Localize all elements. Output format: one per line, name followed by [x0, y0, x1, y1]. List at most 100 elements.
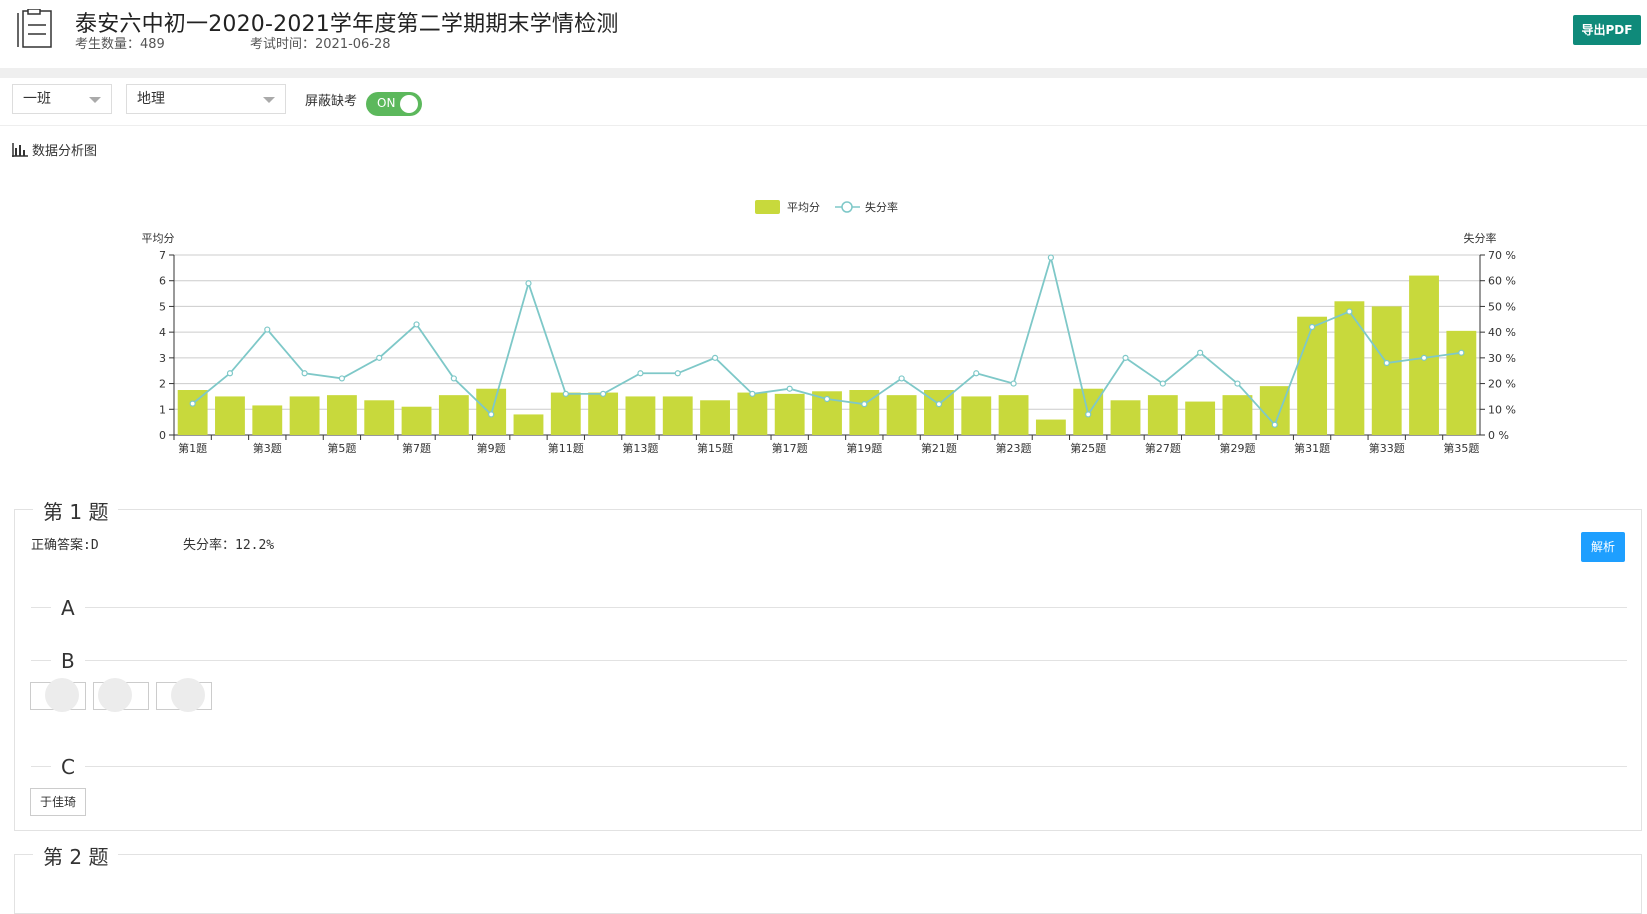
loss-rate-point: [1271, 421, 1278, 428]
student-chip[interactable]: 陈: [30, 678, 86, 712]
bar: [513, 414, 544, 435]
loss-rate-point: [898, 375, 905, 382]
bar: [289, 396, 320, 435]
loss-rate-point: [226, 370, 234, 377]
legend-bar-swatch: [755, 200, 780, 214]
loss-rate-point: [450, 375, 457, 382]
bar: [1222, 395, 1253, 435]
bar: [961, 396, 992, 435]
y2-tick-label: 10 %: [1488, 403, 1516, 416]
loss-rate-point: [711, 354, 719, 361]
loss-rate-point: [1383, 359, 1390, 367]
bar: [401, 406, 432, 435]
loss-rate-point: [749, 390, 756, 397]
y-tick-label: 0: [159, 429, 166, 442]
header: 泰安六中初一2020-2021学年度第二学期期末学情检测 考生数量：489 考试…: [0, 0, 1647, 68]
bar: [364, 400, 395, 435]
loss-rate-point: [823, 395, 831, 403]
x-tick-label: 第31题: [1294, 441, 1330, 455]
x-tick-label: 第1题: [178, 441, 207, 455]
loss-rate-point: [1085, 411, 1092, 418]
loss-rate-point: [600, 390, 607, 397]
loss-rate-point: [1346, 308, 1353, 315]
bar: [1035, 419, 1066, 435]
loss-rate-point: [786, 385, 793, 392]
y-tick-label: 4: [159, 326, 166, 339]
exam-date: 考试时间：2021-06-28: [250, 37, 391, 52]
loss-rate-point: [1458, 349, 1465, 356]
option-row-c: C: [31, 755, 1627, 779]
loss-rate-point: [376, 354, 383, 361]
y2-tick-label: 60 %: [1488, 275, 1516, 288]
bar: [215, 396, 245, 435]
loss-rate-point: [301, 370, 308, 377]
question-title: 第 1 题: [33, 496, 119, 525]
loss-rate-point: [488, 411, 495, 418]
loss-rate-point: [973, 370, 980, 377]
loss-rate-point: [1234, 380, 1241, 387]
y-tick-label: 3: [159, 352, 166, 365]
bar: [1147, 395, 1178, 435]
y-axis-title: 平均分: [142, 232, 175, 245]
bar: [177, 390, 208, 435]
analyze-button[interactable]: 解析: [1581, 532, 1625, 562]
x-tick-label: 第23题: [996, 441, 1032, 455]
bar: [1371, 306, 1402, 435]
redaction-blur: [171, 678, 205, 712]
section-title: 数据分析图: [32, 144, 98, 159]
loss-rate-point: [264, 326, 271, 333]
legend-line-marker: [841, 201, 853, 213]
correct-answer: 正确答案:D: [31, 538, 99, 553]
loss-rate-point: [674, 370, 681, 377]
legend-label: 失分率: [865, 200, 898, 214]
loss-rate-point: [935, 401, 943, 408]
bar: [774, 393, 805, 435]
export-pdf-button[interactable]: 导出PDF: [1573, 15, 1641, 45]
y-tick-label: 1: [159, 403, 166, 416]
question-title: 第 2 题: [33, 841, 119, 870]
loss-rate-point: [637, 370, 644, 377]
y2-tick-label: 20 %: [1488, 378, 1516, 391]
hide-absent-label: 屏蔽缺考: [305, 94, 358, 109]
y2-axis-title: 失分率: [1464, 231, 1497, 245]
loss-rate-point: [1159, 380, 1166, 387]
loss-rate: 失分率：12.2%: [183, 538, 275, 553]
subject-select[interactable]: 地理: [126, 84, 286, 114]
x-tick-label: 第13题: [622, 441, 658, 455]
y-tick-label: 2: [159, 378, 166, 391]
bar: [1110, 400, 1141, 435]
document-icon: [17, 9, 52, 48]
x-tick-label: 第15题: [697, 441, 733, 455]
x-tick-label: 第19题: [846, 441, 882, 455]
loss-rate-point: [1010, 380, 1017, 387]
bar: [737, 392, 768, 435]
header-divider: [0, 68, 1647, 78]
loss-rate-point: [189, 400, 196, 407]
y2-tick-label: 70 %: [1488, 249, 1516, 262]
class-select[interactable]: 一班: [12, 84, 112, 114]
bar-chart-icon: [12, 143, 28, 157]
section-heading: 数据分析图: [12, 140, 97, 159]
bar: [588, 392, 619, 435]
student-chip[interactable]: 张: [156, 678, 212, 712]
x-tick-label: 第17题: [772, 441, 808, 455]
x-tick-label: 第29题: [1219, 441, 1255, 455]
x-tick-label: 第11题: [548, 441, 584, 455]
option-letter: B: [61, 649, 75, 673]
option-row-b: B: [31, 649, 1627, 673]
loss-rate-point: [1047, 254, 1054, 261]
bar: [252, 405, 283, 435]
hide-absent-toggle[interactable]: ON: [366, 92, 422, 116]
subject-select-value: 地理: [137, 91, 165, 107]
loss-rate-point: [1420, 354, 1428, 361]
loss-rate-point: [525, 280, 532, 287]
bar: [662, 396, 693, 435]
loss-rate-point: [1308, 323, 1316, 331]
student-chip[interactable]: 琪: [93, 678, 149, 712]
x-tick-label: 第33题: [1369, 441, 1405, 455]
student-chip[interactable]: 于佳琦: [30, 788, 86, 816]
question-card: 第 2 题: [14, 841, 1642, 914]
x-tick-label: 第35题: [1443, 441, 1479, 455]
loss-rate-point: [413, 321, 420, 328]
y-tick-label: 6: [159, 275, 166, 288]
